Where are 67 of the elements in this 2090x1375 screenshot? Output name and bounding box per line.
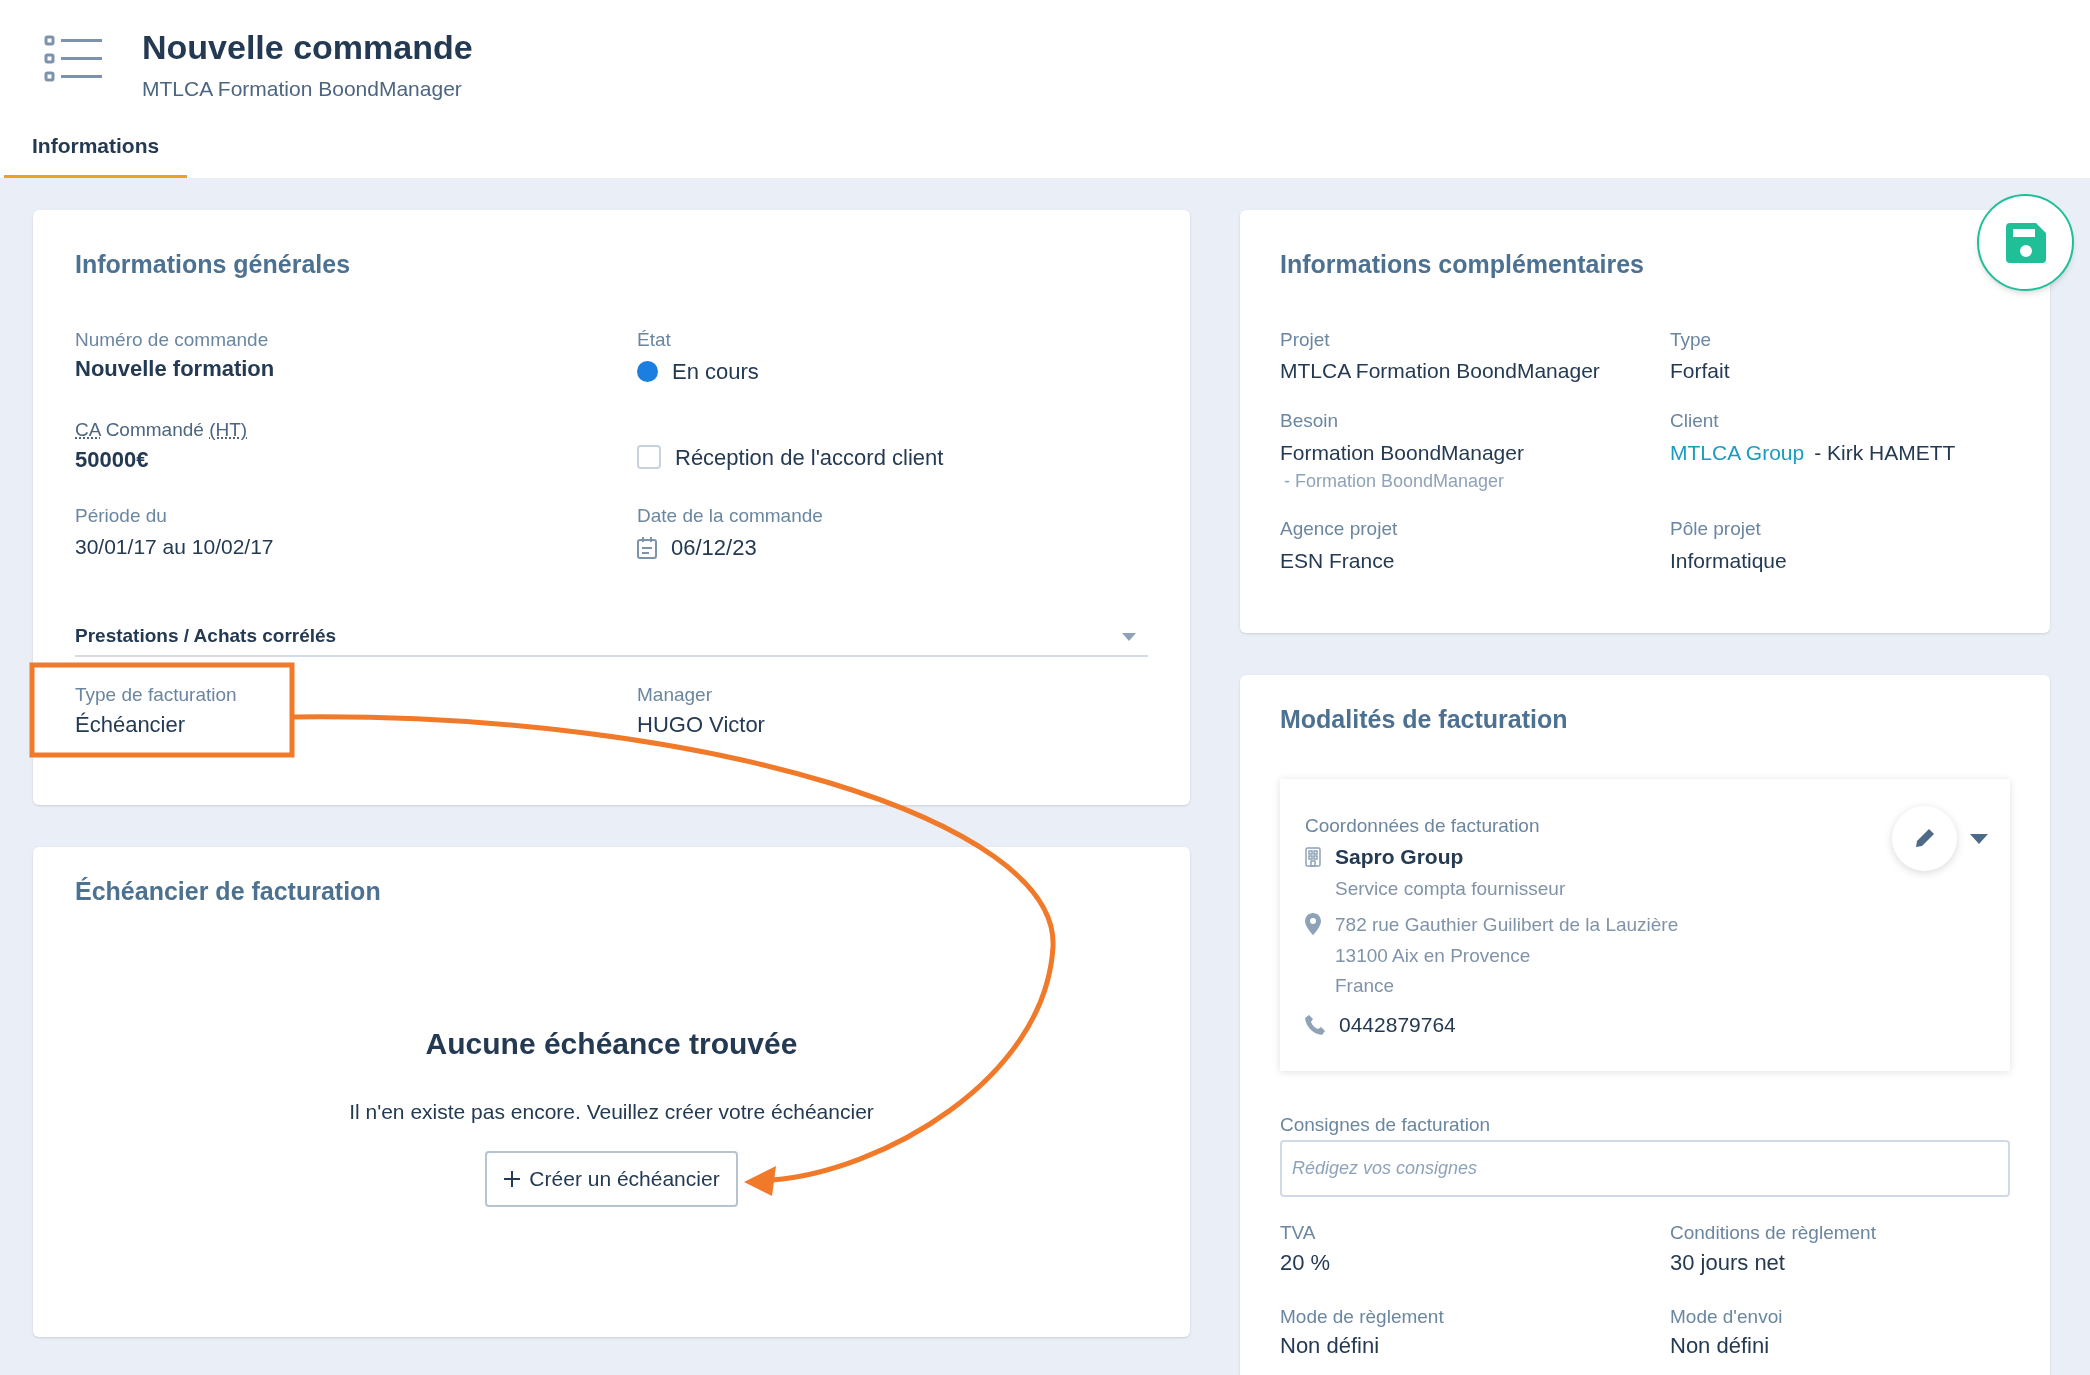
field-value: Informatique (1670, 547, 1787, 574)
field-label: CA Commandé (HT) (75, 418, 248, 442)
field-value: HUGO Victor (637, 710, 765, 738)
field-value: Formation BoondManager (1280, 439, 1524, 466)
field-label: Consignes de facturation (1280, 1112, 1491, 1137)
field-value: MTLCA Formation BoondManager (1280, 358, 1600, 385)
field-subvalue: - Formation BoondManager (1284, 470, 1505, 493)
location-pin-icon (1305, 913, 1321, 936)
field-label: Coordonnées de facturation (1305, 813, 1540, 838)
field-value: Forfait (1670, 358, 1730, 385)
field-label: Besoin (1280, 408, 1339, 433)
company-name: Sapro Group (1335, 844, 1464, 871)
field-label: Client (1670, 408, 1719, 433)
field-label: Manager (637, 682, 712, 707)
field-label: Mode de règlement (1280, 1304, 1444, 1329)
address-line: 782 rue Gauthier Guilibert de la Lauzière (1335, 913, 1679, 938)
field-label: Mode d'envoi (1670, 1304, 1783, 1329)
empty-state-text: Il n'en existe pas encore. Veuillez créer votre échéancier (349, 1098, 874, 1125)
phone-icon (1305, 1014, 1325, 1035)
company-service: Service compta fournisseur (1335, 876, 1566, 901)
field-value: Nouvelle formation (75, 355, 275, 383)
empty-state-title: Aucune échéance trouvée (425, 1025, 798, 1062)
card-title: Modalités de facturation (1280, 704, 1568, 735)
field-value: 30/01/17 au 10/02/17 (75, 534, 274, 561)
field-label: Pôle projet (1670, 517, 1761, 541)
address-line: France (1335, 974, 1395, 999)
create-schedule-button[interactable]: Créer un échéancier (485, 1151, 738, 1207)
field-label: Date de la commande (637, 503, 823, 528)
field-label: Type de facturation (75, 682, 237, 707)
field-value: - Kirk HAMETT (1814, 439, 1956, 466)
field-label: TVA (1280, 1221, 1316, 1245)
instructions-field[interactable]: Rédigez vos consignes (1280, 1140, 2010, 1198)
field-value: 20 % (1280, 1249, 1331, 1277)
field-label: État (637, 327, 671, 352)
field-value: ESN France (1280, 547, 1395, 574)
caret-icon (1122, 632, 1136, 641)
phone-number: 0442879764 (1339, 1011, 1456, 1038)
card-title: Informations complémentaires (1280, 249, 1644, 280)
checkbox[interactable] (637, 445, 661, 469)
tab[interactable]: Informations (4, 129, 188, 178)
field-label: Projet (1280, 327, 1330, 352)
checkbox-label: Réception de l'accord client (675, 443, 944, 472)
edit-button[interactable] (1892, 805, 1957, 871)
pencil-icon (1914, 828, 1935, 848)
status-value: En cours (672, 358, 759, 387)
calendar-icon (637, 536, 657, 559)
field-value: 50000€ (75, 446, 149, 474)
field-value: 30 jours net (1670, 1249, 1785, 1277)
field-value: Échéancier (75, 710, 186, 738)
field-label: Période du (75, 503, 167, 528)
field-label: Type (1670, 327, 1712, 352)
caret-icon (1970, 833, 1988, 844)
list-icon (44, 34, 104, 84)
card-title: Échéancier de facturation (75, 876, 381, 907)
plus-icon (503, 1169, 522, 1188)
field-label: Numéro de commande (75, 327, 269, 352)
page-subtitle: MTLCA Formation BoondManager (142, 75, 462, 102)
card-title: Informations générales (75, 249, 351, 280)
field-value: Non défini (1670, 1332, 1770, 1360)
field-value: Non défini (1280, 1332, 1380, 1360)
address-line: 13100 Aix en Provence (1335, 943, 1531, 968)
related-items-dropdown[interactable]: Prestations / Achats corrélés (75, 622, 1148, 657)
field-label: Agence projet (1280, 517, 1398, 541)
date-value: 06/12/23 (671, 534, 757, 563)
page-title: Nouvelle commande (142, 27, 473, 68)
field-label: Conditions de règlement (1670, 1221, 1876, 1245)
building-icon (1305, 847, 1321, 867)
